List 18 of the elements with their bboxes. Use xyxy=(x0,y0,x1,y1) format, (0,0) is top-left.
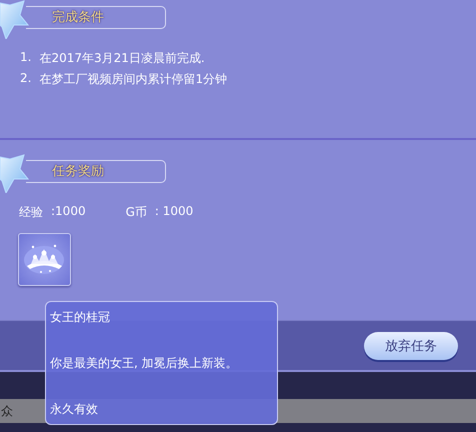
item-description: 你是最美的女王, 加冕后换上新装。 xyxy=(50,355,239,372)
item-slot[interactable] xyxy=(18,233,71,286)
reward-value: : 1000 xyxy=(154,204,194,220)
list-number: 1. xyxy=(20,50,32,66)
reward-label: 经验 xyxy=(19,204,43,221)
section-title: 完成条件 xyxy=(52,9,104,26)
item-duration: 永久有效 xyxy=(50,401,99,418)
reward-label: G币 xyxy=(126,204,147,221)
condition-text: 在梦工厂视频房间内累计停留1分钟 xyxy=(39,71,228,88)
star-icon xyxy=(0,153,30,193)
condition-text: 在2017年3月21日凌晨前完成. xyxy=(39,50,205,67)
abandon-task-button[interactable]: 放弃任务 xyxy=(364,332,458,360)
reward-value: :1000 xyxy=(51,204,86,220)
section-title: 任务奖励 xyxy=(52,163,104,180)
item-name: 女王的桂冠 xyxy=(50,309,111,326)
bar-text: 众 xyxy=(1,402,13,420)
list-number: 2. xyxy=(20,71,32,87)
star-icon xyxy=(0,0,30,39)
